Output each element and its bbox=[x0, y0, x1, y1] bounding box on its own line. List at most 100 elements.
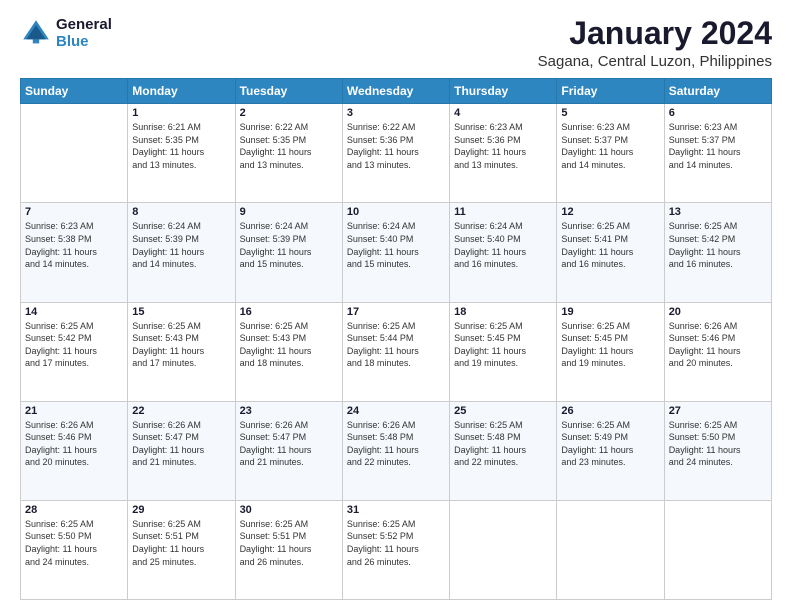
day-info: Sunrise: 6:23 AM Sunset: 5:37 PM Dayligh… bbox=[669, 121, 767, 171]
day-number: 10 bbox=[347, 206, 445, 218]
day-info: Sunrise: 6:24 AM Sunset: 5:39 PM Dayligh… bbox=[132, 220, 230, 270]
calendar-cell: 25 Sunrise: 6:25 AM Sunset: 5:48 PM Dayli… bbox=[450, 401, 557, 500]
day-number: 21 bbox=[25, 405, 123, 417]
day-number: 9 bbox=[240, 206, 338, 218]
calendar-header-saturday: Saturday bbox=[664, 79, 771, 104]
day-info: Sunrise: 6:26 AM Sunset: 5:46 PM Dayligh… bbox=[669, 320, 767, 370]
logo-icon bbox=[20, 17, 52, 49]
calendar-cell: 23 Sunrise: 6:26 AM Sunset: 5:47 PM Dayli… bbox=[235, 401, 342, 500]
day-number: 29 bbox=[132, 504, 230, 516]
calendar-header-wednesday: Wednesday bbox=[342, 79, 449, 104]
calendar-header-friday: Friday bbox=[557, 79, 664, 104]
day-info: Sunrise: 6:24 AM Sunset: 5:39 PM Dayligh… bbox=[240, 220, 338, 270]
day-info: Sunrise: 6:26 AM Sunset: 5:47 PM Dayligh… bbox=[240, 419, 338, 469]
calendar-cell: 9 Sunrise: 6:24 AM Sunset: 5:39 PM Daylig… bbox=[235, 203, 342, 302]
day-info: Sunrise: 6:24 AM Sunset: 5:40 PM Dayligh… bbox=[347, 220, 445, 270]
day-info: Sunrise: 6:26 AM Sunset: 5:47 PM Dayligh… bbox=[132, 419, 230, 469]
calendar-cell: 30 Sunrise: 6:25 AM Sunset: 5:51 PM Dayli… bbox=[235, 500, 342, 599]
day-info: Sunrise: 6:23 AM Sunset: 5:38 PM Dayligh… bbox=[25, 220, 123, 270]
calendar-cell bbox=[21, 104, 128, 203]
day-info: Sunrise: 6:25 AM Sunset: 5:45 PM Dayligh… bbox=[561, 320, 659, 370]
title-block: January 2024 Sagana, Central Luzon, Phil… bbox=[538, 16, 772, 70]
calendar-cell: 10 Sunrise: 6:24 AM Sunset: 5:40 PM Dayli… bbox=[342, 203, 449, 302]
day-number: 13 bbox=[669, 206, 767, 218]
calendar-table: SundayMondayTuesdayWednesdayThursdayFrid… bbox=[20, 78, 772, 600]
day-number: 23 bbox=[240, 405, 338, 417]
calendar-cell: 12 Sunrise: 6:25 AM Sunset: 5:41 PM Dayli… bbox=[557, 203, 664, 302]
calendar-header-row: SundayMondayTuesdayWednesdayThursdayFrid… bbox=[21, 79, 772, 104]
day-info: Sunrise: 6:23 AM Sunset: 5:36 PM Dayligh… bbox=[454, 121, 552, 171]
calendar-cell bbox=[557, 500, 664, 599]
calendar-week-row: 21 Sunrise: 6:26 AM Sunset: 5:46 PM Dayli… bbox=[21, 401, 772, 500]
calendar-cell: 27Sunrise: 6:25 AM Sunset: 5:50 PM Dayli… bbox=[664, 401, 771, 500]
logo: General Blue bbox=[20, 16, 112, 50]
day-number: 4 bbox=[454, 107, 552, 119]
day-info: Sunrise: 6:26 AM Sunset: 5:46 PM Dayligh… bbox=[25, 419, 123, 469]
day-number: 31 bbox=[347, 504, 445, 516]
subtitle: Sagana, Central Luzon, Philippines bbox=[538, 53, 772, 70]
day-number: 11 bbox=[454, 206, 552, 218]
day-info: Sunrise: 6:25 AM Sunset: 5:50 PM Dayligh… bbox=[669, 419, 767, 469]
day-info: Sunrise: 6:25 AM Sunset: 5:49 PM Dayligh… bbox=[561, 419, 659, 469]
calendar-cell: 17Sunrise: 6:25 AM Sunset: 5:44 PM Dayli… bbox=[342, 302, 449, 401]
day-number: 15 bbox=[132, 306, 230, 318]
calendar-header-thursday: Thursday bbox=[450, 79, 557, 104]
day-number: 2 bbox=[240, 107, 338, 119]
day-info: Sunrise: 6:25 AM Sunset: 5:44 PM Dayligh… bbox=[347, 320, 445, 370]
calendar-header-tuesday: Tuesday bbox=[235, 79, 342, 104]
main-title: January 2024 bbox=[538, 16, 772, 51]
calendar-cell: 16Sunrise: 6:25 AM Sunset: 5:43 PM Dayli… bbox=[235, 302, 342, 401]
calendar-cell: 15Sunrise: 6:25 AM Sunset: 5:43 PM Dayli… bbox=[128, 302, 235, 401]
calendar-header-sunday: Sunday bbox=[21, 79, 128, 104]
day-info: Sunrise: 6:23 AM Sunset: 5:37 PM Dayligh… bbox=[561, 121, 659, 171]
calendar-cell: 26 Sunrise: 6:25 AM Sunset: 5:49 PM Dayli… bbox=[557, 401, 664, 500]
day-number: 20 bbox=[669, 306, 767, 318]
calendar-week-row: 14 Sunrise: 6:25 AM Sunset: 5:42 PM Dayli… bbox=[21, 302, 772, 401]
day-info: Sunrise: 6:25 AM Sunset: 5:41 PM Dayligh… bbox=[561, 220, 659, 270]
calendar-cell: 1Sunrise: 6:21 AM Sunset: 5:35 PM Daylig… bbox=[128, 104, 235, 203]
day-number: 24 bbox=[347, 405, 445, 417]
day-number: 28 bbox=[25, 504, 123, 516]
day-number: 30 bbox=[240, 504, 338, 516]
day-number: 5 bbox=[561, 107, 659, 119]
calendar-cell: 8 Sunrise: 6:24 AM Sunset: 5:39 PM Daylig… bbox=[128, 203, 235, 302]
calendar-cell: 13Sunrise: 6:25 AM Sunset: 5:42 PM Dayli… bbox=[664, 203, 771, 302]
calendar-cell bbox=[664, 500, 771, 599]
header: General Blue January 2024 Sagana, Centra… bbox=[20, 16, 772, 70]
day-info: Sunrise: 6:25 AM Sunset: 5:50 PM Dayligh… bbox=[25, 518, 123, 568]
calendar-cell: 20 Sunrise: 6:26 AM Sunset: 5:46 PM Dayli… bbox=[664, 302, 771, 401]
day-info: Sunrise: 6:25 AM Sunset: 5:42 PM Dayligh… bbox=[25, 320, 123, 370]
day-number: 12 bbox=[561, 206, 659, 218]
calendar-cell: 2 Sunrise: 6:22 AM Sunset: 5:35 PM Daylig… bbox=[235, 104, 342, 203]
day-info: Sunrise: 6:25 AM Sunset: 5:51 PM Dayligh… bbox=[240, 518, 338, 568]
day-number: 25 bbox=[454, 405, 552, 417]
day-info: Sunrise: 6:24 AM Sunset: 5:40 PM Dayligh… bbox=[454, 220, 552, 270]
calendar-cell: 18Sunrise: 6:25 AM Sunset: 5:45 PM Dayli… bbox=[450, 302, 557, 401]
day-number: 3 bbox=[347, 107, 445, 119]
day-number: 8 bbox=[132, 206, 230, 218]
day-info: Sunrise: 6:22 AM Sunset: 5:35 PM Dayligh… bbox=[240, 121, 338, 171]
day-number: 26 bbox=[561, 405, 659, 417]
day-info: Sunrise: 6:25 AM Sunset: 5:43 PM Dayligh… bbox=[240, 320, 338, 370]
logo-text: General Blue bbox=[56, 16, 112, 50]
calendar-cell: 11 Sunrise: 6:24 AM Sunset: 5:40 PM Dayli… bbox=[450, 203, 557, 302]
calendar-cell: 5 Sunrise: 6:23 AM Sunset: 5:37 PM Daylig… bbox=[557, 104, 664, 203]
day-info: Sunrise: 6:25 AM Sunset: 5:52 PM Dayligh… bbox=[347, 518, 445, 568]
calendar-cell: 29Sunrise: 6:25 AM Sunset: 5:51 PM Dayli… bbox=[128, 500, 235, 599]
calendar-week-row: 1Sunrise: 6:21 AM Sunset: 5:35 PM Daylig… bbox=[21, 104, 772, 203]
day-info: Sunrise: 6:21 AM Sunset: 5:35 PM Dayligh… bbox=[132, 121, 230, 171]
day-number: 19 bbox=[561, 306, 659, 318]
calendar-header-monday: Monday bbox=[128, 79, 235, 104]
day-number: 7 bbox=[25, 206, 123, 218]
calendar-cell bbox=[450, 500, 557, 599]
calendar-cell: 21 Sunrise: 6:26 AM Sunset: 5:46 PM Dayli… bbox=[21, 401, 128, 500]
calendar-cell: 31 Sunrise: 6:25 AM Sunset: 5:52 PM Dayli… bbox=[342, 500, 449, 599]
day-info: Sunrise: 6:25 AM Sunset: 5:45 PM Dayligh… bbox=[454, 320, 552, 370]
day-number: 14 bbox=[25, 306, 123, 318]
day-info: Sunrise: 6:22 AM Sunset: 5:36 PM Dayligh… bbox=[347, 121, 445, 171]
calendar-week-row: 7 Sunrise: 6:23 AM Sunset: 5:38 PM Daylig… bbox=[21, 203, 772, 302]
day-info: Sunrise: 6:25 AM Sunset: 5:48 PM Dayligh… bbox=[454, 419, 552, 469]
calendar-week-row: 28 Sunrise: 6:25 AM Sunset: 5:50 PM Dayli… bbox=[21, 500, 772, 599]
day-number: 22 bbox=[132, 405, 230, 417]
page: General Blue January 2024 Sagana, Centra… bbox=[0, 0, 792, 612]
